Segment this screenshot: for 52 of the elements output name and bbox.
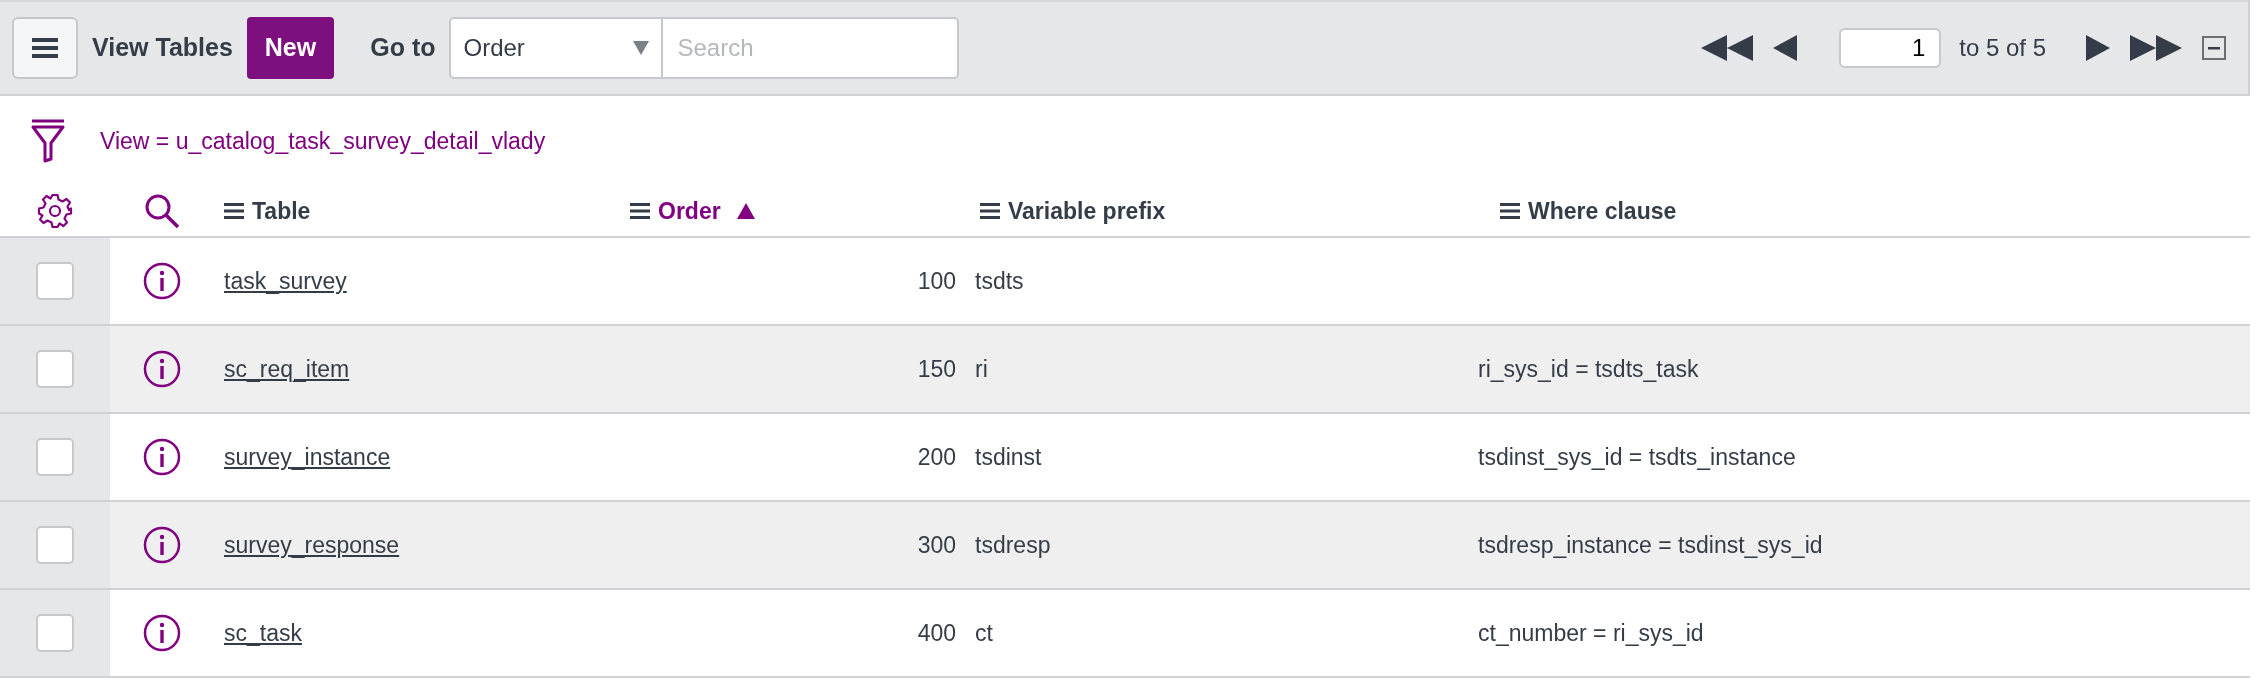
column-menu-icon[interactable] <box>224 203 244 219</box>
order-value: 150 <box>917 354 956 384</box>
column-header[interactable]: Where clause <box>1475 193 2250 229</box>
goto-label: Go to <box>370 32 436 64</box>
prefix-value: ct <box>975 618 993 648</box>
column-menu-icon[interactable] <box>1500 203 1520 219</box>
prefix-value: tsdts <box>975 266 1024 296</box>
table-link[interactable]: survey_response <box>224 527 400 563</box>
where-clause-value: tsdinst_sys_id = tsdts_instance <box>1478 442 1796 472</box>
column-header[interactable]: Table <box>214 193 620 229</box>
where-clause-value: tsdresp_instance = tsdinst_sys_id <box>1478 530 1823 560</box>
order-value: 100 <box>917 266 956 296</box>
info-icon[interactable] <box>143 350 181 388</box>
sort-ascending-icon <box>736 203 755 219</box>
field-select[interactable]: Order <box>449 17 664 79</box>
filter-icon[interactable] <box>30 119 66 163</box>
record-range: to 5 of 5 <box>1959 33 2046 63</box>
column-menu-icon[interactable] <box>980 203 1000 219</box>
table-link[interactable]: sc_task <box>224 615 302 651</box>
prefix-value: ri <box>975 354 988 384</box>
filter-condition[interactable]: View = u_catalog_task_survey_detail_vlady <box>100 123 546 159</box>
prefix-value: tsdresp <box>975 530 1051 560</box>
table-link[interactable]: survey_instance <box>224 439 391 475</box>
order-value: 300 <box>917 530 956 560</box>
page-field[interactable]: 1 <box>1839 28 1942 68</box>
row-checkbox[interactable] <box>36 614 74 652</box>
search-field[interactable]: Search <box>663 17 960 79</box>
menu-icon <box>32 38 58 58</box>
column-menu-icon[interactable] <box>630 203 650 219</box>
table-link[interactable]: task_survey <box>224 263 347 299</box>
info-icon[interactable] <box>143 614 181 652</box>
row-checkbox[interactable] <box>36 350 74 388</box>
list-title: View Tables <box>92 32 233 64</box>
column-header[interactable]: Order <box>620 193 970 229</box>
row-checkbox[interactable] <box>36 438 74 476</box>
where-clause-value: ct_number = ri_sys_id <box>1478 618 1704 648</box>
dropdown-arrow-icon <box>633 41 650 55</box>
row-checkbox[interactable] <box>36 262 74 300</box>
settings-icon[interactable] <box>37 193 73 229</box>
new-button[interactable]: New <box>246 17 335 79</box>
info-icon[interactable] <box>143 262 181 300</box>
prefix-value: tsdinst <box>975 442 1042 472</box>
where-clause-value: ri_sys_id = tsdts_task <box>1478 354 1699 384</box>
column-header[interactable]: Variable prefix <box>970 193 1475 229</box>
row-checkbox[interactable] <box>36 526 74 564</box>
menu-button[interactable] <box>12 17 78 79</box>
info-icon[interactable] <box>143 438 181 476</box>
search-icon[interactable] <box>144 193 180 229</box>
table-link[interactable]: sc_req_item <box>224 351 350 387</box>
order-value: 200 <box>917 442 956 472</box>
info-icon[interactable] <box>143 526 181 564</box>
order-value: 400 <box>917 618 956 648</box>
